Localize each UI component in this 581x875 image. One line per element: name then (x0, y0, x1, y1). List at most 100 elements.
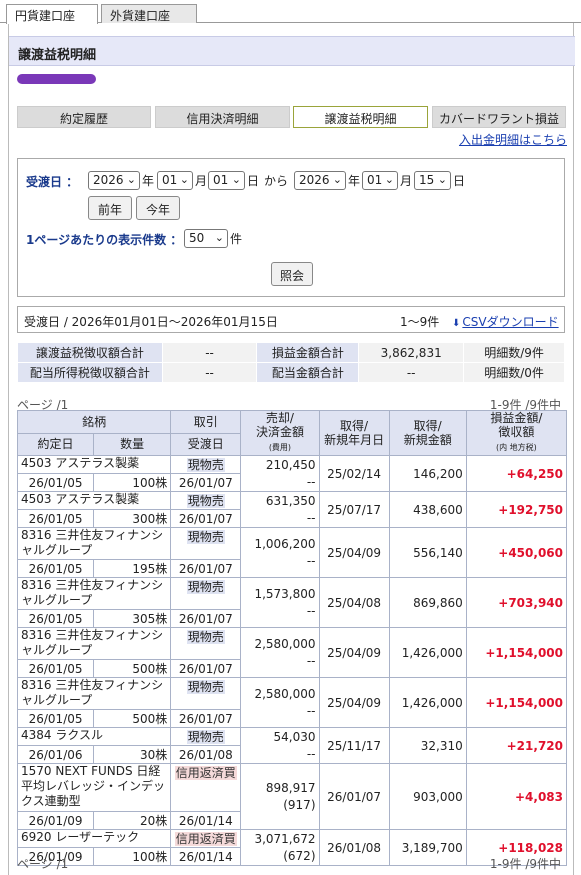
per-page-unit: 件 (230, 232, 243, 246)
from-month-select[interactable]: 01 ⌄ (157, 171, 193, 190)
trade-type: 現物売 (170, 527, 242, 560)
security-name: 8316 三井住友フィナンシャルグループ (16, 677, 172, 710)
trade-type: 現物売 (170, 577, 242, 610)
security-name: 4503 アステラス製薬 (16, 491, 172, 510)
acq-date: 25/04/09 (318, 527, 390, 578)
table-row: 8316 三井住友フィナンシャルグループ 現物売 1,573,800 -- 25/04/… (16, 577, 568, 628)
page-title: 譲渡益税明細 (9, 36, 575, 66)
col-acq-date: 取得/ 新規年月日 (318, 410, 390, 456)
summary-value: -- (358, 362, 465, 383)
unit-year: 年 (348, 174, 361, 188)
pl-amount: +192,750 (465, 491, 568, 528)
range-text: 受渡日 / 2026年01月01日～2026年01月15日 (24, 315, 278, 329)
decorative-bar (17, 74, 96, 84)
chevron-down-icon: ⌄ (214, 231, 224, 244)
acq-date: 25/02/14 (318, 455, 390, 492)
pager-bottom: ページ /1 1-9件 /9件中 (17, 855, 565, 872)
summary-table: 譲渡益税徴収額合計 -- 損益金額合計 3,862,831 明細数/9件 配当所… (17, 342, 565, 383)
settle-date: 26/01/14 (170, 811, 242, 830)
quantity: 20株 (93, 811, 172, 830)
deposit-history-link[interactable]: 入出金明細はこちら (459, 131, 567, 148)
acq-amount: 556,140 (388, 527, 467, 578)
acq-date: 25/11/17 (318, 727, 390, 764)
subtab-capital-gains-tax[interactable]: 譲渡益税明細 (293, 106, 428, 128)
this-year-button[interactable]: 今年 (136, 196, 180, 220)
pager-page: ページ /1 (17, 857, 69, 871)
tab-foreign-account[interactable]: 外貨建口座 (101, 4, 197, 23)
unit-day: 日 (453, 174, 466, 188)
sale-amount: 1,573,800 -- (240, 577, 320, 628)
settle-date: 26/01/08 (170, 745, 242, 764)
table-row: 6920 レーザーテック 信用返済買 3,071,672 (672) 26/01/08 3… (16, 829, 568, 866)
delivery-date-label: 受渡日 ： (26, 175, 79, 189)
sale-amount: 631,350 -- (240, 491, 320, 528)
summary-value: -- (161, 362, 258, 383)
acq-amount: 1,426,000 (388, 627, 467, 678)
summary-label: 配当金額合計 (256, 362, 360, 383)
tab-yen-account[interactable]: 円貨建口座 (6, 4, 98, 24)
account-tabs: 円貨建口座 外貨建口座 (0, 0, 581, 24)
chevron-down-icon: ⌄ (231, 173, 241, 186)
table-row: 8316 三井住友フィナンシャルグループ 現物売 2,580,000 -- 25/04/… (16, 677, 568, 728)
col-security: 銘柄 (16, 410, 172, 434)
settle-date: 26/01/07 (170, 509, 242, 528)
subtab-covered-warrant[interactable]: カバードワラント損益 (432, 106, 566, 128)
csv-download-link[interactable]: ⬇ CSVダウンロード (452, 313, 559, 330)
chevron-down-icon: ⌄ (126, 173, 136, 186)
to-year-select[interactable]: 2026 ⌄ (294, 171, 346, 190)
col-pl: 損益金額/ 徴収額 (内 地方税) (465, 410, 568, 456)
summary-value: -- (161, 342, 258, 363)
acq-amount: 438,600 (388, 491, 467, 528)
pl-amount: +64,250 (465, 455, 568, 492)
pager-count: 1-9件 /9件中 (489, 857, 561, 871)
security-name: 8316 三井住友フィナンシャルグループ (16, 627, 172, 660)
search-panel: 受渡日 ： 2026 ⌄ 年 01 ⌄ 月 01 ⌄ 日 から 2026 ⌄ 年 01 ⌄… (17, 158, 565, 297)
col-trade: 取引 (170, 410, 242, 434)
download-icon: ⬇ (452, 318, 461, 329)
pl-amount: +450,060 (465, 527, 568, 578)
unit-day: 日 (247, 174, 260, 188)
table-row: 4503 アステラス製薬 現物売 631,350 -- 25/07/17 438,600 +… (16, 491, 568, 528)
sale-amount: 1,006,200 -- (240, 527, 320, 578)
acq-date: 25/04/09 (318, 627, 390, 678)
result-count: 1〜9件 (400, 315, 440, 329)
contract-date: 26/01/05 (16, 509, 95, 528)
range-bar: 受渡日 / 2026年01月01日～2026年01月15日 1〜9件 ⬇ CSVダ… (17, 306, 565, 333)
quantity: 300株 (93, 509, 172, 528)
table-row: 4384 ラクスル 現物売 54,030 -- 25/11/17 32,310 +21,72… (16, 727, 568, 764)
acq-date: 25/04/08 (318, 577, 390, 628)
security-name: 8316 三井住友フィナンシャルグループ (16, 577, 172, 610)
acq-amount: 1,426,000 (388, 677, 467, 728)
from-day-select[interactable]: 01 ⌄ (208, 171, 245, 190)
acq-amount: 903,000 (388, 763, 467, 830)
col-sale: 売却/ 決済金額 (費用) (240, 410, 320, 456)
quantity: 305株 (93, 609, 172, 628)
subtab-contract-history[interactable]: 約定履歴 (17, 106, 151, 128)
chevron-down-icon: ⌄ (384, 173, 394, 186)
settle-date: 26/01/07 (170, 709, 242, 728)
settle-date: 26/01/07 (170, 609, 242, 628)
per-page-select[interactable]: 50 ⌄ (184, 229, 228, 248)
sale-amount: 54,030 -- (240, 727, 320, 764)
quantity: 500株 (93, 659, 172, 678)
contract-date: 26/01/05 (16, 709, 95, 728)
summary-label: 譲渡益税徴収額合計 (17, 342, 163, 363)
pl-amount: +21,720 (465, 727, 568, 764)
search-submit-button[interactable]: 照会 (271, 262, 313, 286)
to-day-select[interactable]: 15 ⌄ (414, 171, 451, 190)
to-month-select[interactable]: 01 ⌄ (362, 171, 398, 190)
pl-amount: +703,940 (465, 577, 568, 628)
acq-date: 26/01/07 (318, 763, 390, 830)
col-acq-amount: 取得/ 新規金額 (388, 410, 467, 456)
trade-type: 現物売 (170, 677, 242, 710)
from-year-select[interactable]: 2026 ⌄ (88, 171, 140, 190)
acq-amount: 869,860 (388, 577, 467, 628)
pl-amount: +1,154,000 (465, 627, 568, 678)
trade-type: 信用返済買 (170, 763, 242, 812)
table-row: 8316 三井住友フィナンシャルグループ 現物売 1,006,200 -- 25/04/… (16, 527, 568, 578)
subtab-margin-settlement[interactable]: 信用決済明細 (155, 106, 290, 128)
security-name: 4384 ラクスル (16, 727, 172, 746)
prev-year-button[interactable]: 前年 (88, 196, 132, 220)
chevron-down-icon: ⌄ (332, 173, 342, 186)
quantity: 500株 (93, 709, 172, 728)
